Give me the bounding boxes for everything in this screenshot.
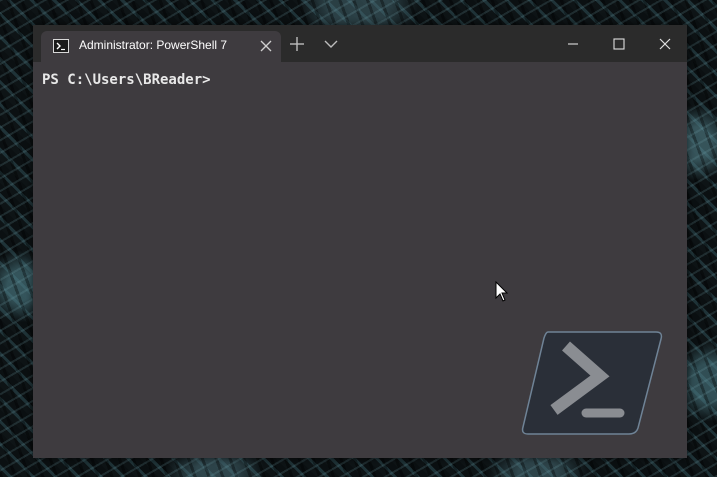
plus-icon[interactable] (289, 36, 305, 52)
minimize-icon (568, 43, 578, 45)
mouse-cursor-icon (495, 281, 509, 302)
close-icon[interactable] (259, 39, 273, 53)
powershell-icon (53, 39, 69, 53)
maximize-button[interactable] (595, 25, 641, 62)
tab-powershell[interactable]: Administrator: PowerShell 7 (41, 31, 281, 62)
powershell-logo-icon (521, 331, 663, 435)
command-prompt: PS C:\Users\BReader> (42, 72, 211, 88)
maximize-icon (613, 38, 625, 50)
chevron-down-icon[interactable] (323, 38, 339, 50)
minimize-button[interactable] (549, 25, 595, 62)
close-icon (659, 38, 671, 50)
title-bar: Administrator: PowerShell 7 (33, 25, 687, 62)
close-window-button[interactable] (641, 25, 687, 62)
terminal-content[interactable]: PS C:\Users\BReader> (33, 62, 687, 458)
tab-title: Administrator: PowerShell 7 (79, 38, 228, 52)
terminal-window: Administrator: PowerShell 7 PS C:\Users\… (33, 25, 687, 458)
